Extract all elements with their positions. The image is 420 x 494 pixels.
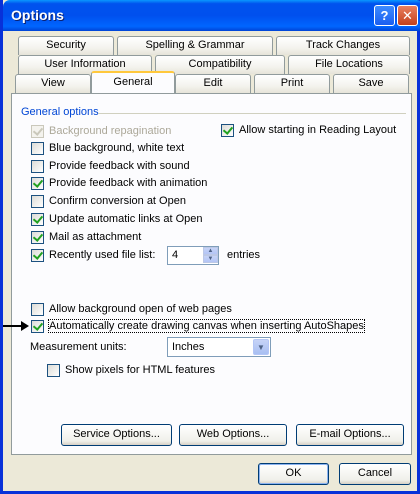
reading-layout-label[interactable]: Allow starting in Reading Layout: [239, 124, 396, 136]
measurement-units-select[interactable]: Inches ▼: [167, 337, 271, 357]
tab-track-changes[interactable]: Track Changes: [276, 36, 410, 55]
pointer-arrow-icon: [3, 321, 29, 331]
confirm-conversion-option[interactable]: Confirm conversion at Open: [31, 193, 186, 209]
tab-general[interactable]: General: [91, 71, 175, 93]
background-open-web-label[interactable]: Allow background open of web pages: [49, 303, 232, 315]
mail-attachment-option[interactable]: Mail as attachment: [31, 229, 141, 245]
service-options-button[interactable]: Service Options...: [61, 424, 172, 446]
update-links-option[interactable]: Update automatic links at Open: [31, 211, 202, 227]
mail-attachment-label[interactable]: Mail as attachment: [49, 231, 141, 243]
update-links-label[interactable]: Update automatic links at Open: [49, 213, 202, 225]
blue-background-label[interactable]: Blue background, white text: [49, 142, 184, 154]
close-button[interactable]: ✕: [397, 5, 418, 26]
cancel-button[interactable]: Cancel: [339, 463, 411, 485]
mail-attachment-checkbox[interactable]: [31, 230, 44, 244]
tab-compatibility[interactable]: Compatibility: [155, 55, 285, 74]
tab-print[interactable]: Print: [254, 74, 330, 93]
help-button[interactable]: ?: [374, 5, 395, 26]
web-options-button[interactable]: Web Options...: [179, 424, 287, 446]
drawing-canvas-option[interactable]: Automatically create drawing canvas when…: [31, 318, 365, 334]
recent-files-label[interactable]: Recently used file list:: [49, 249, 155, 261]
tab-security[interactable]: Security: [18, 36, 114, 55]
background-repagination-checkbox: [31, 124, 44, 138]
background-repagination-label: Background repagination: [49, 125, 172, 137]
recent-files-count-stepper[interactable]: 4 ▲ ▼: [167, 246, 219, 265]
tab-edit[interactable]: Edit: [175, 74, 251, 93]
show-pixels-option[interactable]: Show pixels for HTML features: [47, 362, 215, 378]
background-repagination-option: Background repagination: [31, 123, 171, 139]
ok-button[interactable]: OK: [258, 463, 329, 485]
stepper-down-icon[interactable]: ▼: [203, 255, 218, 263]
stepper-buttons: ▲ ▼: [203, 247, 218, 264]
title-bar[interactable]: Options ? ✕: [3, 0, 420, 31]
group-divider: [98, 113, 406, 114]
confirm-conversion-label[interactable]: Confirm conversion at Open: [49, 195, 186, 207]
show-pixels-label[interactable]: Show pixels for HTML features: [65, 364, 215, 376]
blue-background-checkbox[interactable]: [31, 141, 44, 155]
feedback-sound-checkbox[interactable]: [31, 159, 44, 173]
chevron-down-icon[interactable]: ▼: [253, 339, 269, 355]
update-links-checkbox[interactable]: [31, 212, 44, 226]
tab-save[interactable]: Save: [333, 74, 409, 93]
email-options-button[interactable]: E-mail Options...: [296, 424, 404, 446]
feedback-animation-label[interactable]: Provide feedback with animation: [49, 177, 207, 189]
tab-file-locations[interactable]: File Locations: [288, 55, 410, 74]
measurement-units-label: Measurement units:: [30, 341, 127, 353]
tab-spelling-grammar[interactable]: Spelling & Grammar: [117, 36, 273, 55]
entries-label: entries: [227, 249, 261, 261]
stepper-up-icon[interactable]: ▲: [203, 247, 218, 255]
feedback-sound-label[interactable]: Provide feedback with sound: [49, 160, 190, 172]
feedback-animation-option[interactable]: Provide feedback with animation: [31, 175, 207, 191]
recent-files-option[interactable]: Recently used file list:: [31, 247, 155, 263]
measurement-units-value[interactable]: Inches: [172, 341, 204, 353]
recent-files-checkbox[interactable]: [31, 248, 44, 262]
feedback-animation-checkbox[interactable]: [31, 176, 44, 190]
background-open-web-checkbox[interactable]: [31, 302, 44, 316]
drawing-canvas-label[interactable]: Automatically create drawing canvas when…: [48, 319, 365, 333]
options-dialog: Options ? ✕ Security Spelling & Grammar …: [0, 0, 420, 494]
show-pixels-checkbox[interactable]: [47, 363, 60, 377]
confirm-conversion-checkbox[interactable]: [31, 194, 44, 208]
window-title: Options: [11, 7, 64, 23]
background-open-web-option[interactable]: Allow background open of web pages: [31, 301, 232, 317]
tab-view[interactable]: View: [15, 74, 91, 93]
reading-layout-option[interactable]: Allow starting in Reading Layout: [221, 122, 396, 138]
blue-background-option[interactable]: Blue background, white text: [31, 140, 184, 156]
reading-layout-checkbox[interactable]: [221, 123, 234, 137]
feedback-sound-option[interactable]: Provide feedback with sound: [31, 158, 190, 174]
recent-files-count-value[interactable]: 4: [172, 249, 178, 261]
drawing-canvas-checkbox[interactable]: [31, 319, 44, 333]
general-options-heading: General options: [21, 106, 99, 118]
